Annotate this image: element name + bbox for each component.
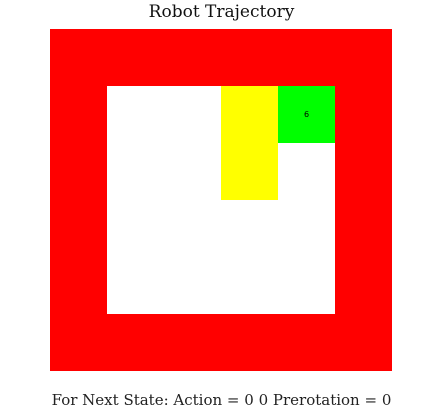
grid-cell-free	[278, 143, 335, 200]
grid-cell-wall	[107, 314, 164, 371]
grid-cell-wall	[278, 29, 335, 86]
grid-cell-wall	[164, 314, 221, 371]
grid-cell-wall	[335, 257, 392, 314]
grid-cell-wall	[50, 29, 107, 86]
grid-cell-wall	[221, 314, 278, 371]
grid-cell-trajectory	[221, 86, 278, 143]
robot-label: 6	[303, 110, 310, 119]
grid-cell-free	[107, 86, 164, 143]
grid-cell-wall	[107, 29, 164, 86]
grid-cell-free	[107, 200, 164, 257]
grid-cell-wall	[335, 86, 392, 143]
grid-cell-free	[164, 143, 221, 200]
grid-cell-trajectory	[221, 143, 278, 200]
grid-cell-free	[107, 143, 164, 200]
grid-cell-wall	[335, 200, 392, 257]
trajectory-grid: 6	[50, 29, 392, 371]
grid-cell-wall	[221, 29, 278, 86]
grid-cell-wall	[164, 29, 221, 86]
grid-cell-wall	[50, 86, 107, 143]
next-state-caption: For Next State: Action = 0 0 Prerotation…	[51, 391, 392, 409]
grid-cell-wall	[50, 200, 107, 257]
grid-cell-wall	[335, 143, 392, 200]
grid-cell-free	[164, 200, 221, 257]
grid-cell-wall	[335, 29, 392, 86]
grid-cell-wall	[335, 314, 392, 371]
grid-cell-wall	[278, 314, 335, 371]
grid-cell-wall	[50, 143, 107, 200]
grid-cell-free	[221, 257, 278, 314]
plot-title: Robot Trajectory	[148, 2, 295, 22]
grid-cell-free	[278, 200, 335, 257]
grid-cell-free	[278, 257, 335, 314]
grid-cell-free	[107, 257, 164, 314]
grid-cell-wall	[50, 314, 107, 371]
grid-cell-wall	[50, 257, 107, 314]
grid-cell-free	[164, 86, 221, 143]
grid-cell-free	[164, 257, 221, 314]
grid-cell-free	[221, 200, 278, 257]
